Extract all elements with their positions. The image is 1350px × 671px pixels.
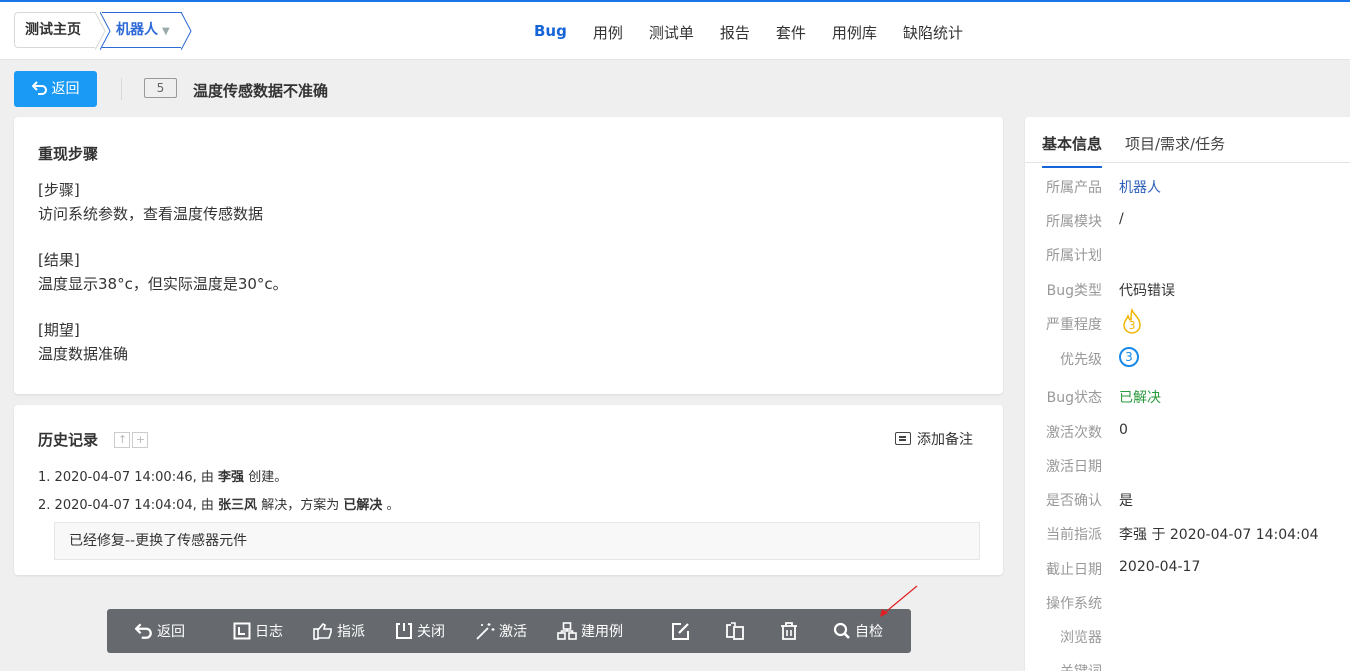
nav-cases[interactable]: 用例 — [593, 22, 623, 43]
header: 测试主页 机器人 ▼ Bug 用例 测试单 报告 套件 用例库 缺陷统计 — [0, 2, 1350, 60]
toolbar-self-check-button[interactable]: 自检 — [833, 621, 883, 641]
sidebar-tabs: 基本信息 项目/需求/任务 — [1025, 117, 1350, 168]
info-row-product: 所属产品 机器人 — [1025, 177, 1350, 211]
breadcrumb-home[interactable]: 测试主页 — [14, 12, 96, 48]
back-button[interactable]: 返回 — [14, 71, 97, 107]
step-line: 温度显示38°c，但实际温度是30°c。 — [38, 275, 288, 293]
add-note-label: 添加备注 — [917, 432, 973, 448]
info-row-deadline: 截止日期 2020-04-17 — [1046, 559, 1201, 578]
bug-id-badge: 5 — [144, 78, 177, 98]
hand-point-icon — [313, 623, 332, 640]
toolbar-log-button[interactable]: 日志 — [233, 621, 283, 641]
toolbar-close-button[interactable]: 关闭 — [395, 621, 445, 641]
magic-wand-icon — [476, 623, 495, 640]
nav-suite[interactable]: 套件 — [776, 22, 806, 43]
sitemap-icon — [557, 622, 577, 640]
tab-basic-info[interactable]: 基本信息 — [1042, 133, 1103, 168]
toolbar-delete-button[interactable] — [779, 622, 803, 640]
expand-plus-icon[interactable]: + — [132, 432, 149, 448]
sort-up-icon[interactable]: ↑ — [114, 432, 131, 448]
toolbar-create-case-button[interactable]: 建用例 — [557, 621, 623, 641]
info-sidebar: 基本信息 项目/需求/任务 所属产品 机器人 所属模块 / 所属计划 Bug类型… — [1025, 117, 1350, 671]
history-user: 张三风 — [218, 498, 258, 513]
info-row-keywords: 关键词 — [1025, 661, 1350, 671]
search-icon — [833, 622, 850, 639]
toolbar-activate-button[interactable]: 激活 — [475, 621, 527, 641]
history-card: 历史记录 ↑ + 添加备注 1. 2020-04-07 14:00:46, 由 李… — [14, 405, 1003, 575]
tab-project-story-task[interactable]: 项目/需求/任务 — [1125, 133, 1225, 154]
svg-text:3: 3 — [1129, 319, 1136, 332]
history-list: 1. 2020-04-07 14:00:46, 由 李强 创建。 2. 2020… — [38, 464, 979, 520]
info-row-severity: 严重程度 3 — [1025, 307, 1350, 348]
info-row-confirmed: 是否确认 是 — [1046, 493, 1133, 509]
product-link[interactable]: 机器人 — [1119, 177, 1161, 197]
toolbar-edit-button[interactable] — [671, 622, 695, 640]
nav-bug[interactable]: Bug — [534, 22, 567, 43]
info-row-type: Bug类型 代码错误 — [1046, 283, 1175, 299]
main-nav: Bug 用例 测试单 报告 套件 用例库 缺陷统计 — [534, 22, 989, 43]
caret-down-icon: ▼ — [162, 26, 170, 37]
severity-flame-icon: 3 — [1119, 307, 1145, 340]
nav-caselib[interactable]: 用例库 — [832, 22, 877, 43]
add-note-button[interactable]: 添加备注 — [895, 429, 973, 449]
breadcrumb-product-label: 机器人 — [116, 22, 158, 38]
log-icon — [233, 622, 251, 640]
divider — [121, 78, 122, 100]
history-heading: 历史记录 — [38, 431, 99, 449]
list-item: 2. 2020-04-07 14:04:04, 由 张三风 解决，方案为 已解决… — [38, 498, 400, 513]
step-line: [结果] — [38, 251, 80, 269]
edit-icon — [672, 623, 689, 640]
history-resolution: 已解决 — [343, 498, 383, 513]
undo-icon — [31, 81, 47, 95]
repro-steps-heading: 重现步骤 — [38, 145, 99, 163]
toolbar-assign-button[interactable]: 指派 — [313, 621, 365, 641]
info-row-activated-date: 激活日期 — [1046, 459, 1102, 475]
comment-icon — [895, 432, 911, 445]
undo-icon — [135, 623, 152, 639]
info-row-activated-count: 激活次数 0 — [1046, 422, 1128, 441]
info-row-priority: 优先级 3 — [1025, 347, 1350, 383]
info-row-module: 所属模块 / — [1046, 211, 1124, 230]
toolbar-copy-button[interactable] — [725, 622, 749, 640]
info-row-status: Bug状态 已解决 — [1025, 387, 1350, 421]
back-button-label: 返回 — [51, 81, 80, 97]
step-line: 访问系统参数，查看温度传感数据 — [38, 205, 264, 223]
status-badge: 已解决 — [1119, 390, 1161, 406]
info-row-assigned: 当前指派 李强 于 2020-04-07 14:04:04 — [1046, 527, 1319, 543]
step-line: [步骤] — [38, 181, 80, 199]
breadcrumb-product[interactable]: 机器人 ▼ — [102, 12, 182, 48]
history-comment: 已经修复--更换了传感器元件 — [54, 522, 980, 560]
nav-testtask[interactable]: 测试单 — [649, 22, 694, 43]
copy-icon — [726, 622, 744, 640]
priority-badge: 3 — [1119, 347, 1139, 367]
list-item: 1. 2020-04-07 14:00:46, 由 李强 创建。 — [38, 470, 288, 485]
page-title: 温度传感数据不准确 — [193, 82, 329, 100]
trash-icon — [781, 622, 797, 640]
nav-report[interactable]: 报告 — [720, 22, 750, 43]
breadcrumb-product-right-icon — [181, 12, 192, 50]
history-user: 李强 — [218, 470, 245, 485]
info-row-plan: 所属计划 — [1046, 248, 1102, 264]
step-line: [期望] — [38, 321, 80, 339]
info-row-browser: 浏览器 — [1060, 630, 1102, 646]
toolbar-back-button[interactable]: 返回 — [135, 621, 185, 641]
repro-steps-card: 重现步骤 [步骤] 访问系统参数，查看温度传感数据 [结果] 温度显示38°c，… — [14, 117, 1003, 394]
info-row-os: 操作系统 — [1046, 596, 1102, 612]
action-toolbar: 返回 日志 指派 关闭 激活 建用例 自检 — [107, 609, 911, 653]
nav-stats[interactable]: 缺陷统计 — [903, 22, 963, 43]
step-line: 温度数据准确 — [38, 345, 129, 363]
annotation-arrow-icon — [880, 585, 918, 617]
power-off-icon — [396, 623, 412, 639]
